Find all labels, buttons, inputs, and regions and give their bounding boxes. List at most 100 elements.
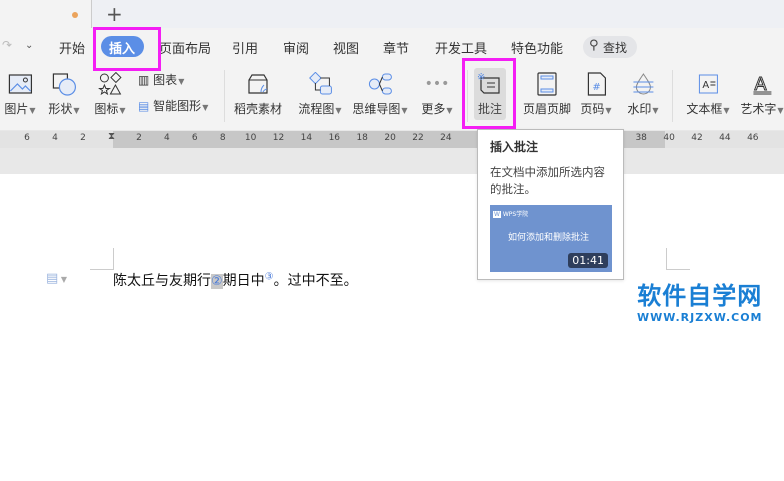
header-footer-button[interactable]: 页眉页脚	[523, 72, 571, 117]
tab-section[interactable]: 章节	[383, 38, 409, 57]
smart-art-icon: ▤	[138, 99, 150, 113]
ruler-tick: 4	[52, 133, 58, 143]
wordart-icon: A	[752, 74, 771, 96]
search-button[interactable]: ⚲ 查找	[583, 36, 637, 58]
shape-button[interactable]: 形状▼	[48, 72, 80, 117]
text-run: 期日中	[222, 273, 265, 289]
watermark-icon	[632, 73, 653, 95]
chart-label: 图表	[153, 73, 178, 87]
shape-icon	[52, 73, 76, 96]
document-page	[0, 174, 784, 481]
header-footer-icon	[537, 72, 557, 96]
svg-text:#: #	[592, 82, 600, 93]
icon-label: 图标	[94, 102, 119, 116]
mindmap-label: 思维导图	[352, 102, 401, 116]
mindmap-icon	[368, 73, 392, 95]
icons-icon	[97, 72, 122, 96]
ruler-tick: 12	[272, 133, 285, 143]
ruler-tick: 46	[747, 133, 759, 143]
insert-tab-highlight	[93, 27, 161, 71]
ruler-tick: 14	[300, 133, 313, 143]
flowchart-icon	[308, 72, 332, 95]
text-run: 陈太丘与友期行	[113, 273, 211, 289]
comment-tooltip: 插入批注 在文档中添加所选内容的批注。 W WPS学院 如何添加和删除批注 01…	[477, 129, 624, 280]
tooltip-title: 插入批注	[490, 140, 539, 154]
document-paragraph[interactable]: 陈太丘与友期行②期日中③。过中不至。	[113, 270, 358, 290]
watermark-title: 软件自学网	[637, 282, 763, 310]
tab-page-layout[interactable]: 页面布局	[159, 38, 211, 57]
selected-footnote-mark: ②	[211, 274, 223, 289]
ruler-tick: 22	[412, 133, 424, 143]
search-label: 查找	[603, 41, 628, 55]
docer-label: 稻壳素材	[233, 102, 283, 116]
margin-corner-left	[90, 248, 114, 270]
flowchart-label: 流程图	[298, 102, 335, 116]
ruler-tick: 2	[136, 133, 142, 143]
ruler-tick: 20	[384, 133, 396, 143]
more-icon: •••	[424, 76, 450, 92]
ruler-tick: 40	[663, 133, 675, 143]
ribbon-separator	[224, 70, 225, 122]
icon-button[interactable]: 图标▼	[94, 72, 126, 117]
ruler-tick: 8	[219, 133, 226, 143]
page-number-icon: #	[587, 72, 606, 96]
page-number-label: 页码	[580, 102, 605, 116]
video-brand: W WPS学院	[493, 211, 529, 218]
ruler-tick: 6	[24, 133, 30, 143]
picture-icon	[8, 74, 32, 94]
ruler-tick: 2	[80, 133, 86, 143]
ruler-tick: 4	[164, 133, 170, 143]
ruler-tick: 10	[244, 133, 257, 143]
ruler-tick: 44	[719, 133, 731, 143]
ruler-tick: 16	[328, 133, 341, 143]
header-footer-label: 页眉页脚	[522, 102, 572, 116]
wordart-button[interactable]: A 艺术字▼	[740, 72, 783, 117]
tab-references[interactable]: 引用	[232, 38, 258, 57]
smart-art-button[interactable]: ▤ 智能图形▼	[138, 97, 208, 114]
ruler-tick: 24	[440, 133, 452, 143]
tab-developer[interactable]: 开发工具	[435, 38, 487, 57]
mindmap-button[interactable]: 思维导图▼	[352, 72, 408, 117]
video-duration: 01:41	[568, 253, 608, 268]
page-number-button[interactable]: # 页码▼	[580, 72, 612, 117]
ruler-tick: 38	[635, 133, 647, 143]
svg-text:A: A	[702, 80, 709, 91]
store-icon	[248, 74, 268, 94]
document-tab[interactable]	[0, 0, 92, 28]
footnote-mark: ③	[264, 271, 274, 283]
tooltip-description: 在文档中添加所选内容的批注。	[490, 165, 605, 196]
tab-review[interactable]: 审阅	[283, 38, 309, 57]
tab-features[interactable]: 特色功能	[511, 38, 563, 57]
smart-art-label: 智能图形	[153, 99, 202, 113]
indent-marker-icon[interactable]: ⧗	[108, 131, 115, 142]
flowchart-button[interactable]: 流程图▼	[298, 72, 342, 117]
ribbon-separator	[672, 70, 673, 122]
watermark-url: WWW.RJZXW.COM	[637, 311, 763, 324]
text-run: 。过中不至。	[273, 273, 358, 289]
docer-material-button[interactable]: 稻壳素材	[234, 72, 282, 117]
video-title: 如何添加和删除批注	[508, 233, 590, 243]
paragraph-layout-icon[interactable]: ▤ ▼	[46, 271, 67, 286]
ruler-tick: 6	[191, 133, 198, 143]
tab-home[interactable]: 开始	[59, 38, 85, 57]
chart-button[interactable]: ▥ 图表▼	[138, 71, 184, 88]
unsaved-dot-icon	[72, 12, 78, 18]
watermark-button[interactable]: 水印▼	[627, 72, 659, 117]
site-watermark: 软件自学网 WWW.RJZXW.COM	[637, 276, 763, 324]
chart-icon: ▥	[138, 73, 150, 87]
picture-button[interactable]: 图片▼	[4, 72, 36, 117]
search-icon: ⚲	[589, 38, 599, 53]
watermark-label: 水印	[627, 102, 652, 116]
ruler-tick: 18	[356, 133, 368, 143]
tab-view[interactable]: 视图	[333, 38, 359, 57]
textbox-button[interactable]: A 文本框▼	[686, 72, 730, 117]
margin-corner-right	[666, 248, 690, 270]
comment-button-highlight	[462, 58, 516, 129]
new-tab-button[interactable]: +	[106, 2, 123, 26]
picture-label: 图片	[4, 102, 29, 116]
textbox-icon: A	[698, 74, 718, 94]
ruler-tick: 42	[691, 133, 703, 143]
more-label: 更多	[421, 102, 446, 116]
more-button[interactable]: ••• 更多▼	[421, 72, 452, 117]
tutorial-video-thumbnail[interactable]: W WPS学院 如何添加和删除批注 01:41	[490, 205, 612, 272]
